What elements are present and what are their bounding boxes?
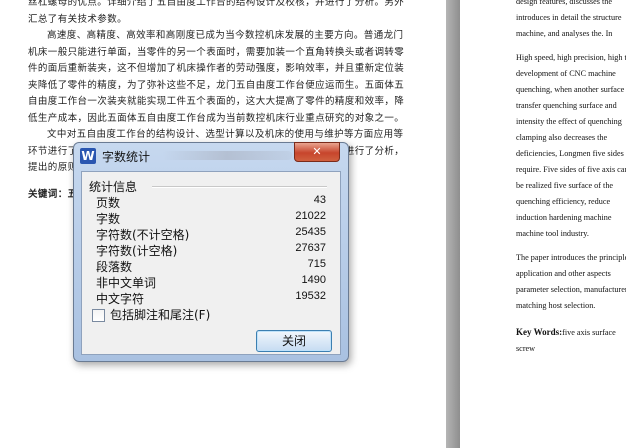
include-footnotes-label[interactable]: 包括脚注和尾注(F)	[110, 306, 210, 323]
stat-row-non-chinese-words: 非中文单词 1490	[96, 274, 326, 290]
english-keywords: Key Words:five axis surface screw	[516, 324, 626, 357]
abstract-paragraph: design features, discusses the introduce…	[516, 0, 622, 38]
abstract-paragraph: High speed, high precision, high the dev…	[516, 53, 626, 238]
stat-row-paragraphs: 段落数 715	[96, 258, 326, 274]
stat-label: 非中文单词	[96, 276, 157, 290]
stat-label: 页数	[96, 196, 121, 210]
stat-row-pages: 页数 43	[96, 194, 326, 210]
stat-row-chinese-chars: 中文字符 19532	[96, 290, 326, 306]
stat-row-words: 字数 21022	[96, 210, 326, 226]
abstract-paragraph: 高速度、高精度、高效率和高刚度已成为当今数控机床发展的主要方向。普通龙门机床一般…	[28, 30, 405, 124]
stat-label: 字符数(计空格)	[96, 244, 178, 258]
stat-label: 段落数	[96, 260, 133, 274]
close-button[interactable]: 关闭	[256, 330, 332, 352]
stat-row-chars-no-spaces: 字符数(不计空格) 25435	[96, 226, 326, 242]
stat-value: 27637	[295, 242, 326, 254]
dialog-title: 字数统计	[102, 150, 151, 164]
stat-label: 中文字符	[96, 292, 145, 306]
stat-value: 25435	[295, 226, 326, 238]
word-count-dialog: W 字数统计 ✕ 统计信息 页数 43 字数 21022 字符数(不计空格) 2…	[73, 142, 349, 362]
close-icon[interactable]: ✕	[294, 142, 340, 162]
stat-value: 43	[313, 194, 326, 206]
stat-value: 21022	[295, 210, 326, 222]
wps-app-icon: W	[80, 148, 96, 164]
include-footnotes-checkbox[interactable]	[92, 309, 105, 322]
document-page-right: design features, discusses the introduce…	[460, 0, 626, 448]
keywords-label: Key Words:	[516, 327, 563, 337]
stat-row-chars-with-spaces: 字符数(计空格) 27637	[96, 242, 326, 258]
dialog-titlebar[interactable]: W 字数统计 ✕	[74, 142, 348, 169]
stat-label: 字符数(不计空格)	[96, 228, 190, 242]
group-divider	[152, 186, 327, 188]
stat-label: 字数	[96, 212, 121, 226]
abstract-paragraph: The paper introduces the principle appli…	[516, 253, 626, 310]
titlebar-glass	[162, 151, 292, 160]
dialog-body: 统计信息 页数 43 字数 21022 字符数(不计空格) 25435 字符数(…	[81, 171, 341, 355]
abstract-paragraph: 丝杠螺母的优点。详细介绍了五自由度工作台的结构设计及校核，并进行了分析。另外汇总…	[28, 0, 405, 25]
english-abstract: design features, discusses the introduce…	[516, 0, 626, 365]
stat-value: 19532	[295, 290, 326, 302]
stat-value: 715	[307, 258, 326, 270]
stats-group-label: 统计信息	[89, 178, 142, 195]
page-gutter	[446, 0, 460, 448]
stat-value: 1490	[301, 274, 326, 286]
